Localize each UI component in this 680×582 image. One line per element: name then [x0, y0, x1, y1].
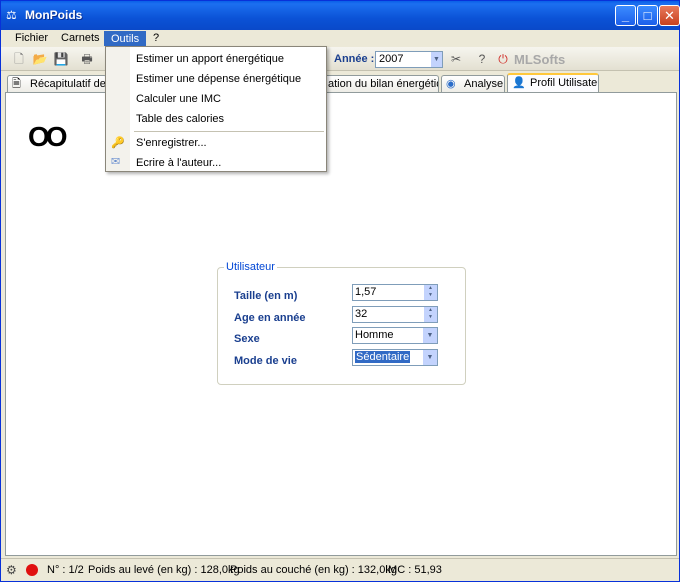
- tab-label: Profil Utilisateur: [530, 77, 598, 89]
- maximize-button[interactable]: □: [637, 5, 658, 26]
- gear-icon: ⚙: [6, 563, 17, 577]
- age-label: Age en année: [234, 312, 306, 324]
- spin-buttons[interactable]: ▲ ▼: [424, 307, 437, 322]
- menu-item-depense[interactable]: Estimer une dépense énergétique: [136, 73, 301, 85]
- menu-outils[interactable]: Outils: [104, 31, 147, 46]
- minimize-button[interactable]: _: [615, 5, 636, 26]
- globe-icon: ◉: [446, 78, 456, 90]
- age-value: 32: [355, 308, 368, 320]
- tab-label: Récapitulatif des: [30, 78, 107, 90]
- save-icon[interactable]: 💾: [53, 51, 69, 67]
- taille-label: Taille (en m): [234, 290, 298, 302]
- key-icon: 🔑: [111, 137, 125, 149]
- menu-item-apport[interactable]: Estimer un apport énergétique: [136, 53, 284, 65]
- menu-item-enregistrer[interactable]: S'enregistrer...: [136, 137, 207, 149]
- age-stepper[interactable]: 32 ▲ ▼: [352, 306, 438, 323]
- tab-profil-utilisateur[interactable]: 👤 Profil Utilisateur: [507, 73, 599, 93]
- user-fieldset: Utilisateur Taille (en m) 1,57 ▲ ▼ Age en…: [217, 261, 466, 385]
- annee-label: Année :: [334, 53, 375, 65]
- tools-icon[interactable]: ✂: [448, 51, 464, 67]
- mail-icon: ✉: [111, 156, 121, 168]
- taille-value: 1,57: [355, 286, 377, 298]
- menu-carnets[interactable]: Carnets: [55, 31, 106, 46]
- eyes-icon: OO: [28, 121, 68, 152]
- toolbar: 🗋 📂 💾 🖶 Année : 2007 ▼ ✂ ? ⏻ MLSofts: [1, 47, 679, 71]
- power-icon[interactable]: ⏻: [495, 51, 511, 67]
- record-number: N° : 1/2: [47, 564, 84, 576]
- sexe-value: Homme: [355, 329, 394, 341]
- fieldset-legend: Utilisateur: [224, 261, 277, 273]
- menu-item-imc[interactable]: Calculer une IMC: [136, 93, 221, 105]
- user-icon: 👤: [512, 77, 526, 89]
- open-folder-icon[interactable]: 📂: [32, 51, 48, 67]
- taille-stepper[interactable]: 1,57 ▲ ▼: [352, 284, 438, 301]
- close-button[interactable]: ✕: [659, 5, 680, 26]
- poids-leve: Poids au levé (en kg) : 128,0kg: [88, 564, 240, 576]
- menu-separator: [134, 131, 324, 132]
- document-icon: 🗎: [12, 78, 21, 90]
- mode-de-vie-label: Mode de vie: [234, 355, 297, 367]
- tab-bilan-energetique[interactable]: ation du bilan énergétique: [323, 75, 439, 93]
- chevron-down-icon[interactable]: ▼: [431, 52, 442, 67]
- mode-de-vie-select[interactable]: Sédentaire ▼: [352, 349, 438, 366]
- tab-label: Analyse: [464, 78, 504, 90]
- chevron-down-icon[interactable]: ▼: [423, 328, 437, 343]
- menu-item-ecrire[interactable]: Ecrire à l'auteur...: [136, 157, 221, 169]
- chevron-down-icon[interactable]: ▼: [423, 350, 437, 365]
- tab-label: ation du bilan énergétique: [328, 78, 438, 90]
- spin-buttons[interactable]: ▲ ▼: [424, 285, 437, 300]
- tab-recapitulatif[interactable]: 🗎 Récapitulatif des: [7, 75, 107, 93]
- menu-fichier[interactable]: Fichier: [9, 31, 54, 46]
- menu-help[interactable]: ?: [147, 31, 165, 46]
- status-bar: ⚙ N° : 1/2 Poids au levé (en kg) : 128,0…: [1, 558, 679, 581]
- poids-couche: Poids au couché (en kg) : 132,0kg: [230, 564, 397, 576]
- app-window: ⚖ MonPoids _ □ ✕ Fichier Carnets Outils …: [0, 0, 680, 582]
- mode-de-vie-value: Sédentaire: [355, 351, 411, 363]
- menu-item-calories[interactable]: Table des calories: [136, 113, 224, 125]
- brand-logo: MLSofts: [514, 52, 566, 67]
- imc-value: IMC : 51,93: [385, 564, 442, 576]
- print-icon[interactable]: 🖶: [79, 51, 95, 67]
- help-icon[interactable]: ?: [474, 51, 490, 67]
- sexe-select[interactable]: Homme ▼: [352, 327, 438, 344]
- sexe-label: Sexe: [234, 333, 260, 345]
- menu-gutter: [106, 47, 130, 171]
- annee-value: 2007: [379, 53, 404, 65]
- outils-dropdown-menu: Estimer un apport énergétique Estimer un…: [105, 46, 327, 172]
- new-file-icon[interactable]: 🗋: [11, 51, 27, 67]
- tab-analyse[interactable]: ◉ Analyse: [441, 75, 505, 93]
- annee-select[interactable]: 2007 ▼: [375, 51, 443, 68]
- window-title: MonPoids: [25, 8, 83, 22]
- menu-bar: Fichier Carnets Outils ?: [1, 30, 679, 47]
- title-bar[interactable]: ⚖ MonPoids _ □ ✕: [1, 1, 680, 30]
- scale-icon: ⚖: [6, 8, 17, 22]
- status-indicator-icon: [26, 564, 38, 576]
